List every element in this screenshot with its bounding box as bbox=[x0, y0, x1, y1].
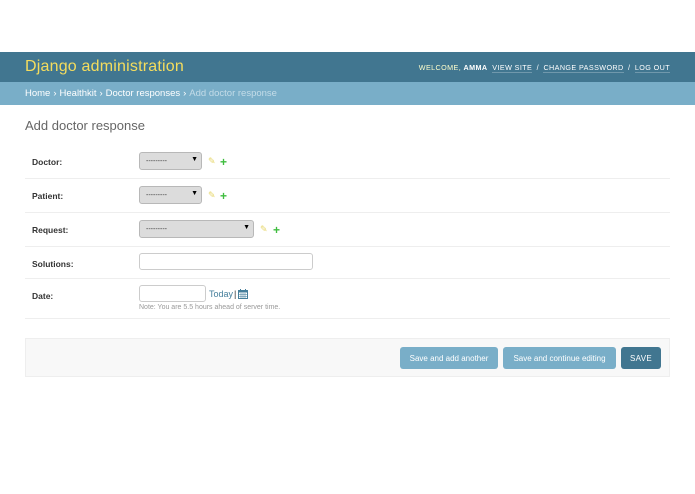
doctor-label: Doctor: bbox=[32, 157, 63, 167]
breadcrumb-separator: › bbox=[183, 88, 187, 99]
plus-icon[interactable]: + bbox=[220, 190, 227, 202]
form-row-patient: Patient: --------- ▼ ✎ + bbox=[25, 179, 670, 213]
request-select[interactable]: --------- ▼ bbox=[139, 220, 254, 238]
breadcrumb-home[interactable]: Home bbox=[25, 88, 50, 99]
user-tools-separator: / bbox=[536, 62, 540, 72]
patient-label: Patient: bbox=[32, 191, 64, 201]
form-row-solutions: Solutions: bbox=[25, 247, 670, 279]
breadcrumb-app[interactable]: Healthkit bbox=[60, 88, 97, 99]
caret-down-icon: ▼ bbox=[243, 224, 250, 231]
solutions-label: Solutions: bbox=[32, 259, 74, 269]
site-branding[interactable]: Django administration bbox=[25, 58, 184, 76]
request-select-value: --------- bbox=[146, 225, 167, 233]
caret-down-icon: ▼ bbox=[191, 190, 198, 197]
today-link[interactable]: Today bbox=[209, 289, 233, 299]
save-and-continue-button[interactable]: Save and continue editing bbox=[503, 347, 616, 369]
patient-select-value: --------- bbox=[146, 191, 167, 199]
view-site-link[interactable]: View site bbox=[492, 62, 533, 73]
breadcrumb-separator: › bbox=[99, 88, 103, 99]
date-input[interactable] bbox=[139, 285, 206, 302]
form-row-request: Request: --------- ▼ ✎ + bbox=[25, 213, 670, 247]
solutions-input[interactable] bbox=[139, 253, 313, 270]
submit-row: Save and add another Save and continue e… bbox=[25, 338, 670, 377]
date-label: Date: bbox=[32, 291, 54, 301]
user-tools: Welcome, AMMA View site / Change passwor… bbox=[418, 62, 670, 73]
breadcrumb-current: Add doctor response bbox=[189, 88, 277, 99]
date-help-text: Note: You are 5.5 hours ahead of server … bbox=[139, 304, 281, 311]
username: AMMA bbox=[463, 62, 488, 72]
change-password-link[interactable]: Change password bbox=[543, 62, 624, 73]
page-title: Add doctor response bbox=[25, 118, 145, 133]
pencil-icon[interactable]: ✎ bbox=[208, 156, 216, 167]
breadcrumb-separator: › bbox=[53, 88, 57, 99]
breadcrumb-model[interactable]: Doctor responses bbox=[106, 88, 180, 99]
doctor-select[interactable]: --------- ▼ bbox=[139, 152, 202, 170]
pencil-icon[interactable]: ✎ bbox=[208, 190, 216, 201]
user-tools-separator: / bbox=[628, 62, 631, 72]
doctor-select-value: --------- bbox=[146, 157, 167, 165]
breadcrumb: Home › Healthkit › Doctor responses › Ad… bbox=[0, 82, 695, 105]
plus-icon[interactable]: + bbox=[220, 156, 227, 168]
log-out-link[interactable]: Log out bbox=[634, 62, 670, 73]
request-label: Request: bbox=[32, 225, 69, 235]
welcome-text: Welcome, bbox=[418, 62, 462, 72]
pencil-icon[interactable]: ✎ bbox=[260, 224, 268, 235]
form-row-date: Date: Today | Note: You are 5.5 hours ah… bbox=[25, 279, 670, 319]
admin-header: Django administration Welcome, AMMA View… bbox=[0, 52, 695, 82]
plus-icon[interactable]: + bbox=[273, 224, 280, 236]
form-row-doctor: Doctor: --------- ▼ ✎ + bbox=[25, 145, 670, 179]
patient-select[interactable]: --------- ▼ bbox=[139, 186, 202, 204]
save-and-add-another-button[interactable]: Save and add another bbox=[400, 347, 498, 369]
calendar-icon[interactable] bbox=[238, 289, 248, 299]
save-button[interactable]: SAVE bbox=[621, 347, 661, 369]
caret-down-icon: ▼ bbox=[191, 156, 198, 163]
date-shortcut-separator: | bbox=[234, 289, 237, 299]
